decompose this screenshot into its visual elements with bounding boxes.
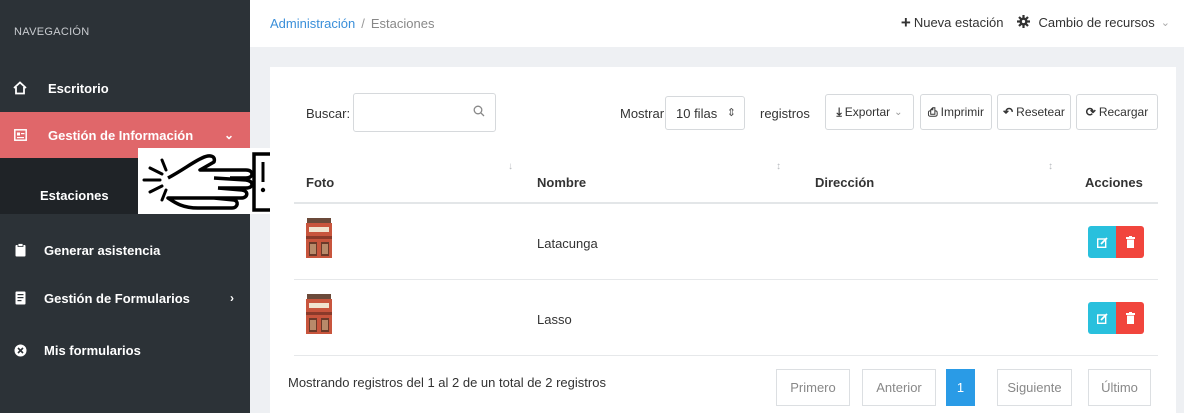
print-button[interactable]: ⎙ Imprimir (920, 94, 992, 130)
pointing-hand-icon (138, 148, 274, 214)
records-label: registros (760, 106, 810, 121)
print-label: Imprimir (940, 105, 984, 119)
sidebar-item-label: Escritorio (48, 80, 109, 96)
sidebar-item-escritorio[interactable]: Escritorio (0, 70, 250, 106)
printer-icon: ⎙ (928, 104, 938, 119)
pagination-last[interactable]: Último (1088, 369, 1151, 406)
breadcrumb-current: Estaciones (370, 16, 435, 31)
select-arrows-icon: ⇕ (726, 107, 736, 119)
table-row: Latacunga (294, 205, 1158, 280)
reset-button[interactable]: ↶ Resetear (997, 94, 1071, 130)
plus-icon: + (900, 13, 911, 32)
reload-button[interactable]: ⟳ Recargar (1076, 94, 1158, 130)
export-label: Exportar (844, 105, 891, 119)
reload-label: Recargar (1098, 105, 1149, 119)
pagination-page-1[interactable]: 1 (946, 369, 975, 406)
new-station-label: Nueva estación (913, 15, 1004, 30)
sidebar-item-generar-asistencia[interactable]: Generar asistencia (0, 232, 250, 268)
top-actions: + Nueva estación Cambio de recursos ⌄ (901, 14, 1184, 31)
download-icon: ⤓ (836, 104, 842, 119)
sort-icon: ↓ (508, 161, 513, 172)
clipboard-icon (10, 243, 30, 257)
pagination-first[interactable]: Primero (776, 369, 850, 406)
pagination-prev[interactable]: Anterior (862, 369, 936, 406)
undo-icon: ↶ (1003, 105, 1014, 119)
table-header: Foto ↓ Nombre ↕ Dirección ↕ Acciones (294, 157, 1158, 204)
chevron-down-icon: ⌄ (1160, 17, 1170, 29)
reset-label: Resetear (1016, 105, 1065, 119)
trash-icon (1125, 236, 1135, 248)
edit-button[interactable] (1088, 226, 1116, 258)
sidebar-item-label: Gestión de Información (48, 127, 194, 143)
close-circle-icon (10, 344, 30, 357)
station-name: Lasso (537, 312, 572, 327)
chevron-down-icon: ⌄ (894, 106, 903, 118)
column-header-nombre[interactable]: Nombre (537, 175, 586, 190)
stations-card: Buscar: Mostrar 10 filas ⇕ registros ⤓ E… (270, 67, 1176, 413)
sidebar-item-label: Generar asistencia (44, 242, 161, 258)
refresh-icon: ⟳ (1085, 105, 1096, 119)
delete-button[interactable] (1116, 302, 1144, 334)
home-icon (10, 81, 30, 95)
delete-button[interactable] (1116, 226, 1144, 258)
search-icon (473, 105, 485, 117)
topbar: Administración / Estaciones + Nueva estaci… (250, 0, 1184, 47)
edit-icon (1096, 312, 1108, 324)
table-info: Mostrando registros del 1 al 2 de un tot… (288, 375, 606, 390)
form-icon (10, 291, 30, 305)
row-actions (1088, 226, 1144, 258)
table-row: Lasso (294, 281, 1158, 356)
sidebar-item-label: Gestión de Formularios (44, 290, 190, 306)
rows-value: 10 filas (676, 105, 718, 121)
station-building-icon (306, 294, 332, 334)
resources-dropdown[interactable]: Cambio de recursos ⌄ (1017, 14, 1170, 31)
edit-icon (1096, 236, 1108, 248)
station-building-icon (306, 218, 332, 258)
station-name: Latacunga (537, 236, 598, 251)
breadcrumb-separator: / (361, 16, 365, 31)
column-header-direccion[interactable]: Dirección (815, 175, 874, 190)
chevron-down-icon: ⌄ (223, 128, 234, 142)
row-actions (1088, 302, 1144, 334)
sidebar-item-label: Estaciones (40, 188, 109, 203)
table-toolbar: Buscar: Mostrar 10 filas ⇕ registros ⤓ E… (270, 67, 1176, 157)
export-button[interactable]: ⤓ Exportar ⌄ (825, 94, 914, 130)
resources-label: Cambio de recursos (1038, 15, 1155, 30)
id-card-icon (10, 129, 30, 141)
sidebar-title: NAVEGACIÓN (14, 26, 90, 38)
pagination-next[interactable]: Siguiente (997, 369, 1072, 406)
edit-button[interactable] (1088, 302, 1116, 334)
trash-icon (1125, 312, 1135, 324)
search-input[interactable] (353, 93, 496, 132)
chevron-right-icon: › (230, 291, 234, 305)
show-label: Mostrar (620, 106, 665, 121)
gear-icon (1017, 14, 1031, 31)
search-label: Buscar: (306, 106, 351, 121)
column-header-foto[interactable]: Foto (306, 175, 334, 190)
column-header-acciones: Acciones (1085, 175, 1143, 190)
sort-icon: ↕ (776, 161, 781, 172)
new-station-button[interactable]: + Nueva estación (901, 14, 1004, 31)
breadcrumb-root-link[interactable]: Administración (270, 16, 355, 31)
sort-icon: ↕ (1048, 161, 1053, 172)
breadcrumb: Administración / Estaciones (270, 16, 434, 31)
sidebar-item-label: Mis formularios (44, 342, 141, 358)
sidebar-item-mis-formularios[interactable]: Mis formularios (0, 332, 250, 368)
rows-per-page-select[interactable]: 10 filas ⇕ (665, 96, 745, 130)
sidebar-item-gestion-formularios[interactable]: Gestión de Formularios › (0, 280, 250, 316)
